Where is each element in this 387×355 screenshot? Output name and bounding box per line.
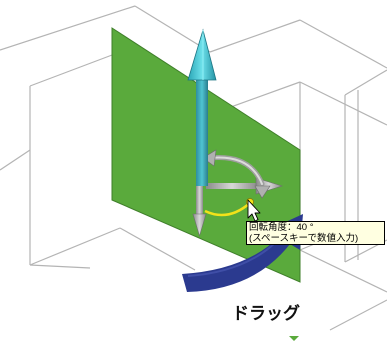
tooltip-angle-text: 回転角度：40 ° — [249, 222, 314, 233]
rotation-angle-tooltip: 回転角度：40 ° (スペースキーで数値入力) — [246, 221, 385, 245]
tooltip-hint-text: (スペースキーで数値入力) — [249, 233, 359, 244]
small-plane-marker — [289, 336, 299, 341]
viewport-3d[interactable] — [0, 0, 387, 355]
drag-caption: ドラッグ — [232, 304, 300, 324]
